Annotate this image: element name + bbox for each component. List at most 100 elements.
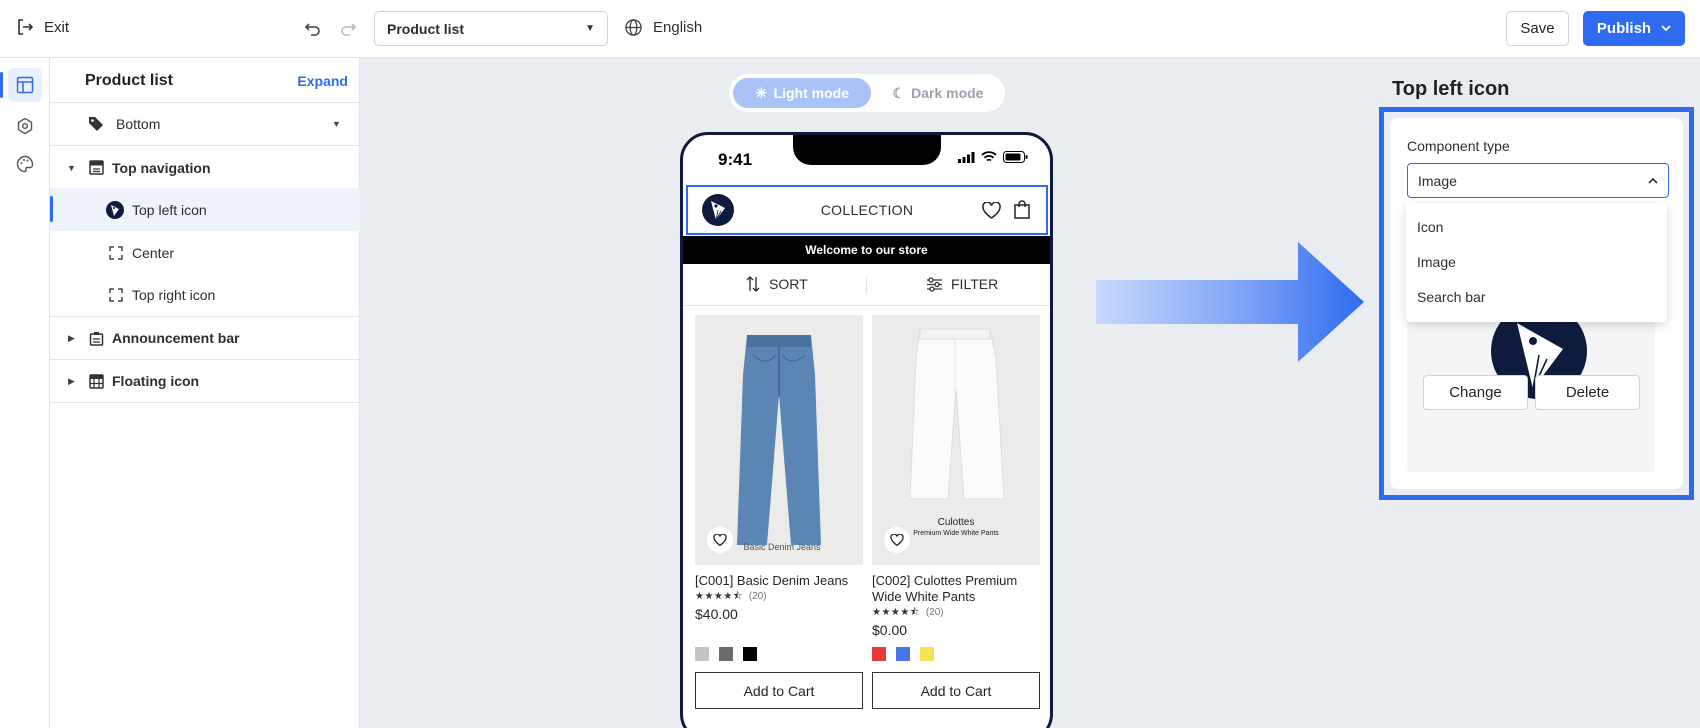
battery-icon — [1003, 151, 1028, 163]
option-image[interactable]: Image — [1417, 254, 1456, 270]
announcement-bar: Welcome to our store — [683, 236, 1050, 264]
component-type-dropdown: Icon Image Search bar — [1406, 203, 1667, 322]
dark-mode-button[interactable]: ☾ Dark mode — [875, 78, 1001, 108]
sort-button[interactable]: SORT — [745, 276, 808, 292]
chevron-up-icon — [1648, 177, 1658, 184]
tree-item-top-right-icon[interactable]: Top right icon — [50, 274, 360, 317]
swatch-light-gray[interactable] — [695, 647, 709, 661]
component-type-select[interactable]: Image — [1407, 163, 1669, 198]
left-rail — [0, 58, 50, 728]
wifi-icon — [981, 151, 997, 162]
placeholder-frame-icon — [107, 286, 125, 304]
rail-active-indicator — [0, 72, 3, 98]
filter-label: FILTER — [951, 276, 999, 292]
panel-title: Product list — [85, 72, 174, 89]
option-search-bar[interactable]: Search bar — [1417, 289, 1485, 305]
tree-item-announcement-bar[interactable]: ▶ Announcement bar — [50, 317, 360, 360]
caret-down-icon[interactable]: ▼ — [332, 119, 341, 129]
moon-icon: ☾ — [892, 84, 906, 101]
swatch-yellow[interactable] — [920, 647, 934, 661]
page-select[interactable]: Product list ▼ — [374, 11, 608, 46]
sort-label: SORT — [769, 276, 808, 292]
tag-icon — [87, 115, 105, 133]
rating-count: (20) — [748, 591, 767, 602]
product-price: $40.00 — [695, 606, 738, 622]
publish-button[interactable]: Publish — [1583, 11, 1685, 46]
component-type-value: Image — [1418, 172, 1457, 189]
tree-item-center[interactable]: Center — [50, 231, 360, 274]
caret-down-icon: ▼ — [585, 23, 595, 34]
tree-item-label: Center — [132, 244, 175, 261]
tree-item-label: Top right icon — [132, 287, 216, 303]
product-image[interactable]: Culottes Premium Wide White Pants — [872, 315, 1040, 565]
swatch-blue[interactable] — [896, 647, 910, 661]
layout-icon — [16, 76, 34, 94]
tree-item-label: Top navigation — [112, 159, 211, 176]
product-name[interactable]: [C002] Culottes Premium Wide White Pants — [872, 573, 1040, 605]
exit-icon — [18, 19, 34, 35]
product-rating: ★★★★⯪ (20) — [872, 605, 944, 622]
layout-tab[interactable] — [8, 68, 42, 102]
add-to-cart-button[interactable]: Add to Cart — [872, 672, 1040, 709]
add-to-cart-button[interactable]: Add to Cart — [695, 672, 863, 709]
tree-item-label: Top left icon — [132, 201, 207, 218]
layers-panel: Product list Expand Bottom ▼ ▼ Top navig… — [50, 58, 360, 728]
placeholder-frame-icon — [107, 244, 125, 262]
image-caption: Basic Denim Jeans — [743, 542, 821, 552]
signal-icon — [958, 151, 975, 163]
globe-icon — [625, 19, 642, 36]
product-wishlist-button[interactable] — [707, 527, 733, 553]
filter-sliders-icon — [927, 276, 942, 292]
swatch-black[interactable] — [743, 647, 757, 661]
component-type-label: Component type — [1407, 138, 1510, 154]
image-caption-subtitle: Premium Wide White Pants — [913, 530, 999, 537]
filter-button[interactable]: FILTER — [926, 276, 998, 292]
publish-label: Publish — [1596, 20, 1652, 37]
change-image-button[interactable]: Change — [1423, 375, 1528, 410]
image-caption: Culottes — [937, 517, 975, 528]
selected-indicator — [50, 196, 53, 222]
exit-label: Exit — [44, 18, 70, 36]
undo-icon[interactable] — [302, 18, 324, 40]
light-mode-button[interactable]: ☀ Light mode — [733, 78, 871, 108]
theme-tab[interactable] — [8, 147, 42, 181]
hexagon-settings-icon — [17, 117, 33, 135]
settings-title: Top left icon — [1392, 78, 1510, 100]
wishlist-heart-icon[interactable] — [982, 201, 1001, 224]
phone-preview: 9:41 COLLECTION Welcome to our store SOR… — [680, 132, 1053, 728]
product-rating: ★★★★⯪ (20) — [695, 589, 767, 606]
top-bar: Exit Product list ▼ English Save Publish — [0, 0, 1700, 58]
tree-item-top-left-icon[interactable]: Top left icon — [50, 188, 360, 231]
swatch-red[interactable] — [872, 647, 886, 661]
swatch-dark-gray[interactable] — [719, 647, 733, 661]
redo-icon[interactable] — [337, 18, 359, 40]
save-button[interactable]: Save — [1506, 11, 1569, 46]
tree-item-floating-icon[interactable]: ▶ Floating icon — [50, 360, 360, 403]
caret-right-icon[interactable]: ▶ — [68, 333, 75, 344]
sun-icon: ☀ — [755, 84, 768, 101]
caret-right-icon[interactable]: ▶ — [68, 376, 75, 387]
phone-top-navigation[interactable]: COLLECTION — [686, 185, 1048, 235]
tree-item-bottom[interactable]: Bottom ▼ — [50, 103, 360, 146]
sort-filter-bar: SORT FILTER — [683, 264, 1050, 306]
caret-down-icon[interactable]: ▼ — [67, 163, 76, 173]
exit-button[interactable]: Exit — [16, 18, 69, 36]
page-select-value: Product list — [387, 20, 465, 37]
tree-item-label: Bottom — [116, 116, 161, 132]
shopping-bag-icon[interactable] — [1014, 200, 1030, 224]
tree-item-top-navigation[interactable]: ▼ Top navigation — [50, 146, 360, 189]
option-icon[interactable]: Icon — [1417, 219, 1443, 235]
settings-tab[interactable] — [8, 109, 42, 143]
language-selector[interactable]: English — [624, 18, 702, 37]
product-name[interactable]: [C001] Basic Denim Jeans — [695, 573, 863, 589]
arrow-right-icon — [1096, 242, 1364, 362]
language-label: English — [653, 19, 703, 36]
sort-icon — [746, 276, 760, 292]
grid-icon — [87, 372, 105, 390]
announcement-icon — [87, 329, 105, 347]
rating-stars-icon: ★★★★⯪ — [695, 591, 743, 602]
delete-image-button[interactable]: Delete — [1535, 375, 1640, 410]
product-image[interactable]: Basic Denim Jeans — [695, 315, 863, 565]
color-swatches — [872, 647, 934, 661]
expand-link[interactable]: Expand — [297, 73, 348, 89]
